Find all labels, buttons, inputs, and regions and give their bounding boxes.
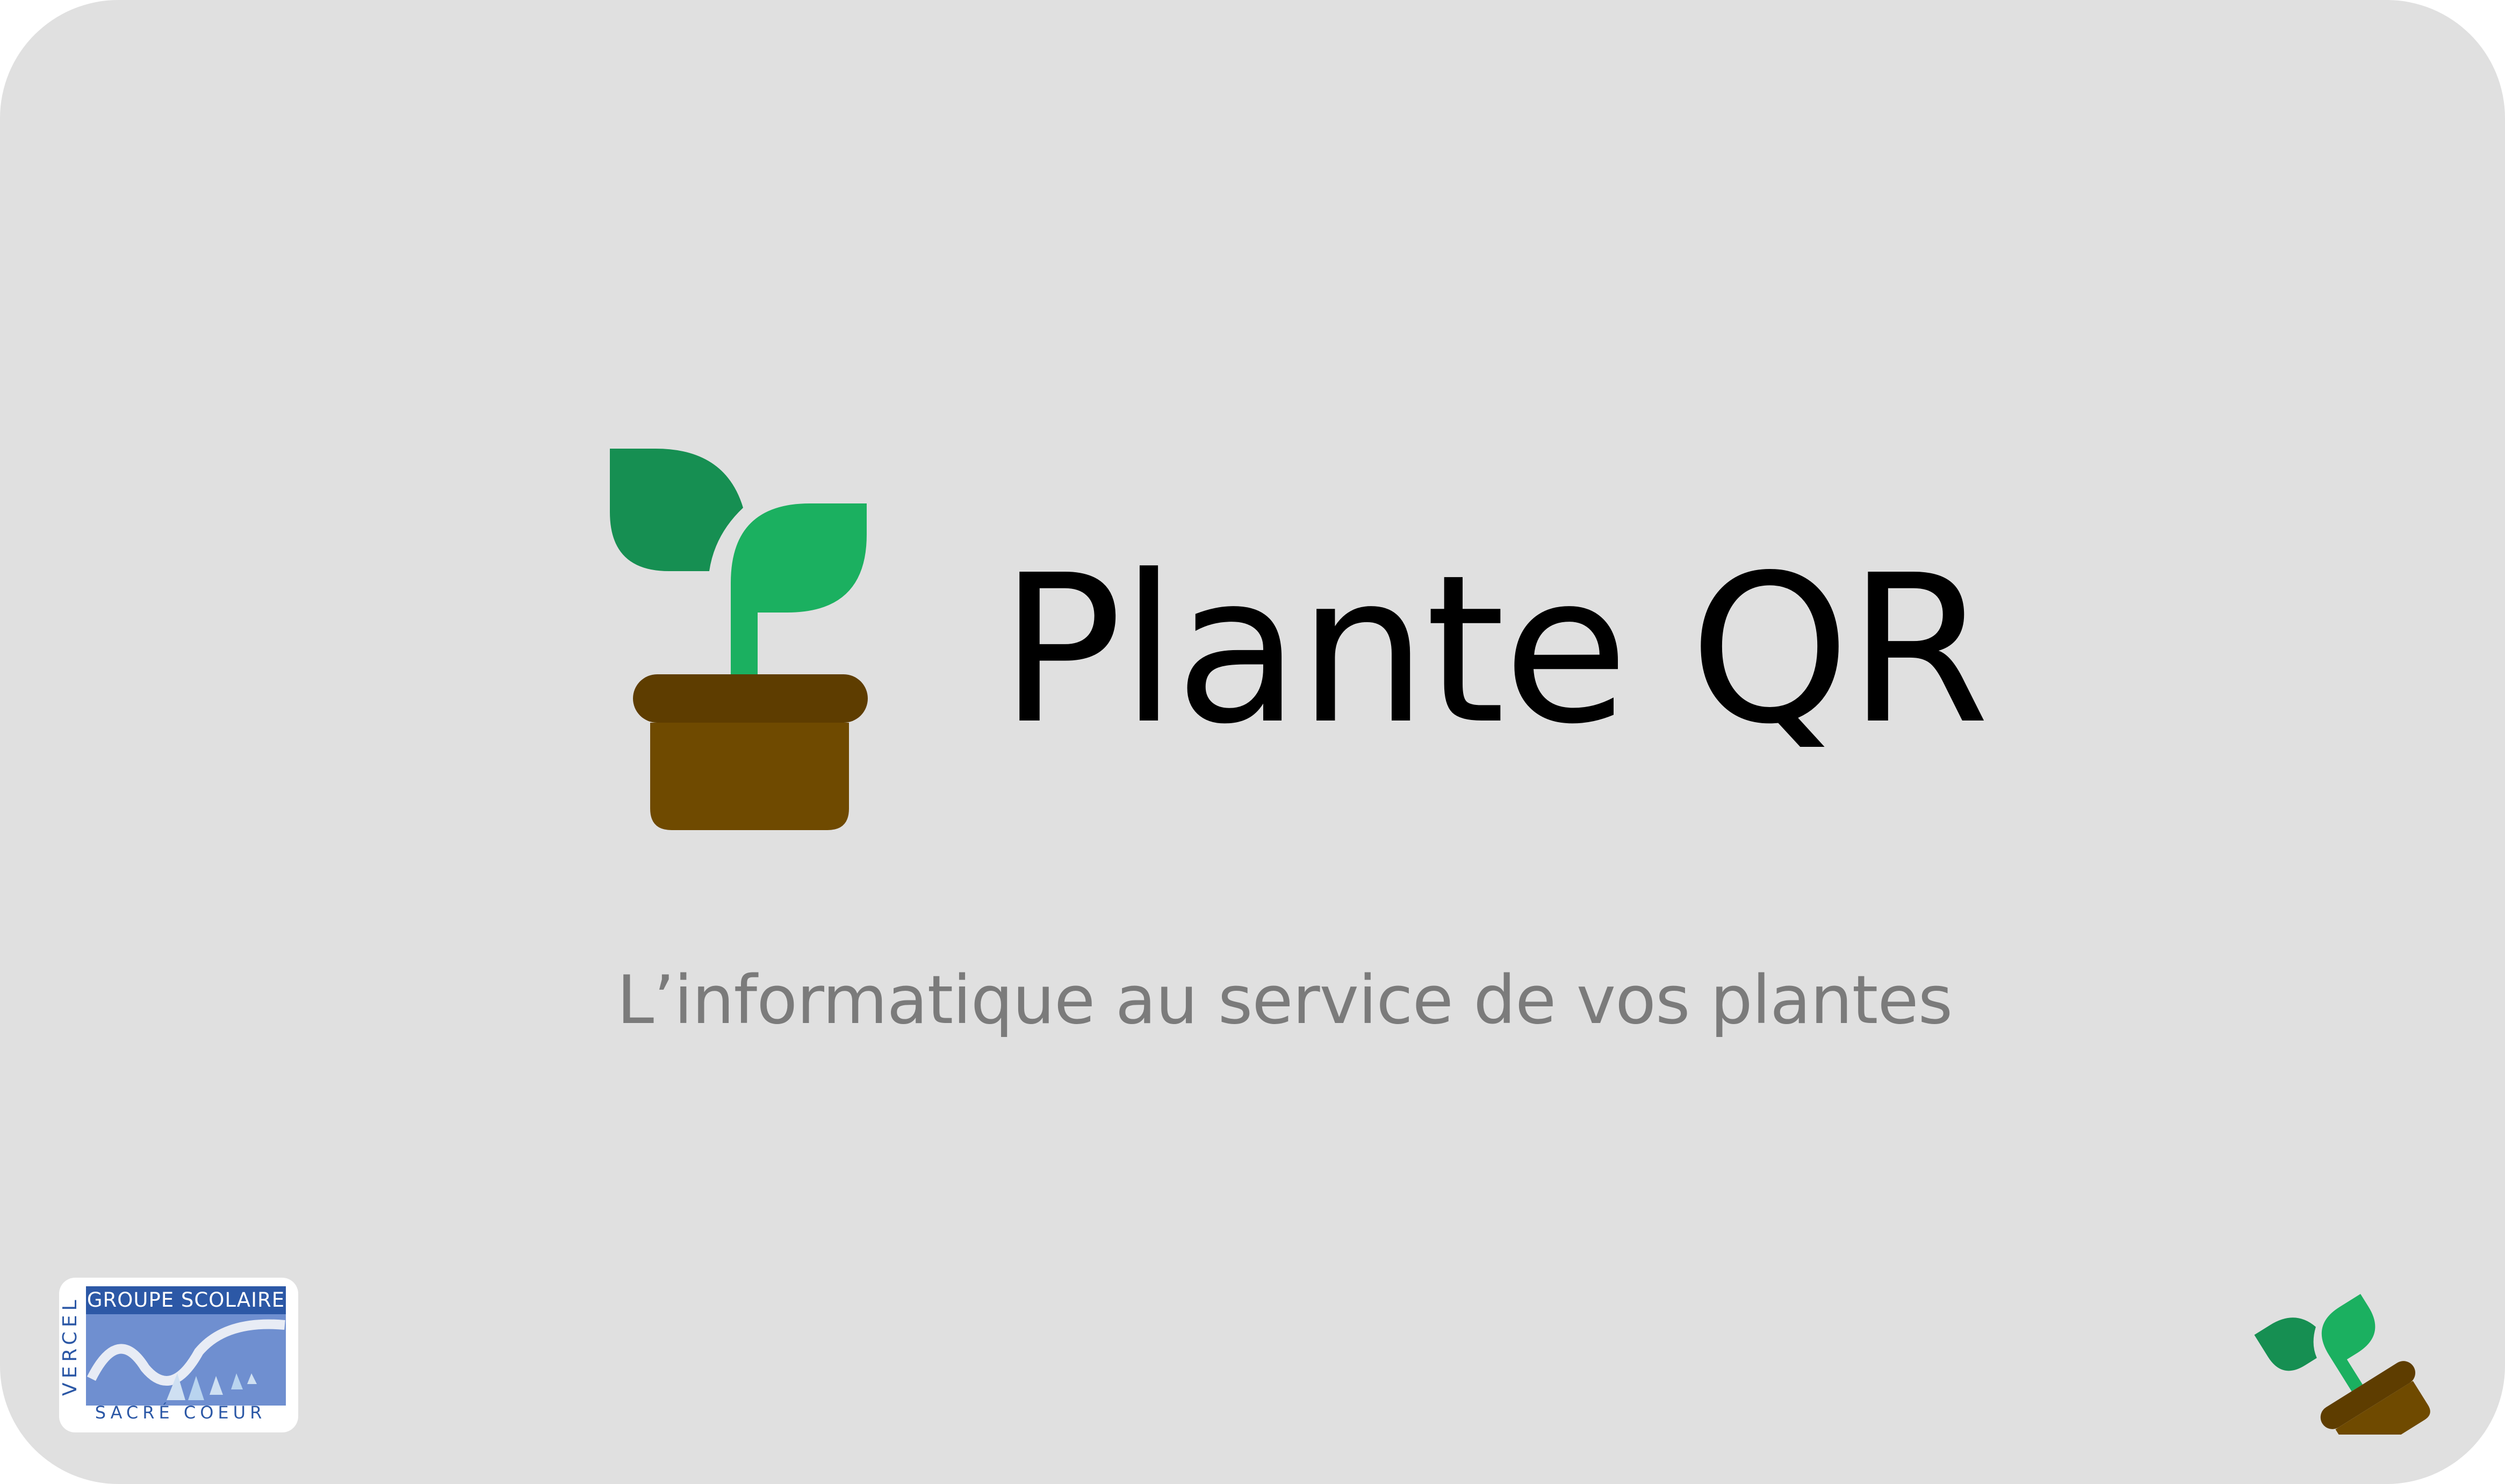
pot-body (650, 723, 849, 830)
school-logo-side-text: VERCEL (59, 1295, 81, 1396)
school-emblem-icon (87, 1319, 285, 1400)
right-leaf (731, 503, 867, 674)
left-leaf (610, 449, 743, 571)
tilted-potted-sprout-icon (2254, 1294, 2430, 1435)
splash-card: Plante QR L’informatique au service de v… (0, 0, 2505, 1484)
tagline: L’informatique au service de vos plantes (617, 962, 1953, 1039)
pot-rim (633, 674, 868, 723)
school-logo-subtitle: SACRÉ COEUR (95, 1402, 267, 1423)
school-logo-inner: VERCEL GROUPE SCOLAIRE (59, 1286, 286, 1406)
potted-sprout-icon (610, 449, 868, 830)
school-logo-band (86, 1314, 286, 1406)
school-logo-title: GROUPE SCOLAIRE (86, 1286, 286, 1314)
app-title: Plante QR (999, 531, 1990, 769)
school-logo: VERCEL GROUPE SCOLAIRE SACRÉ COEUR (59, 1278, 298, 1432)
